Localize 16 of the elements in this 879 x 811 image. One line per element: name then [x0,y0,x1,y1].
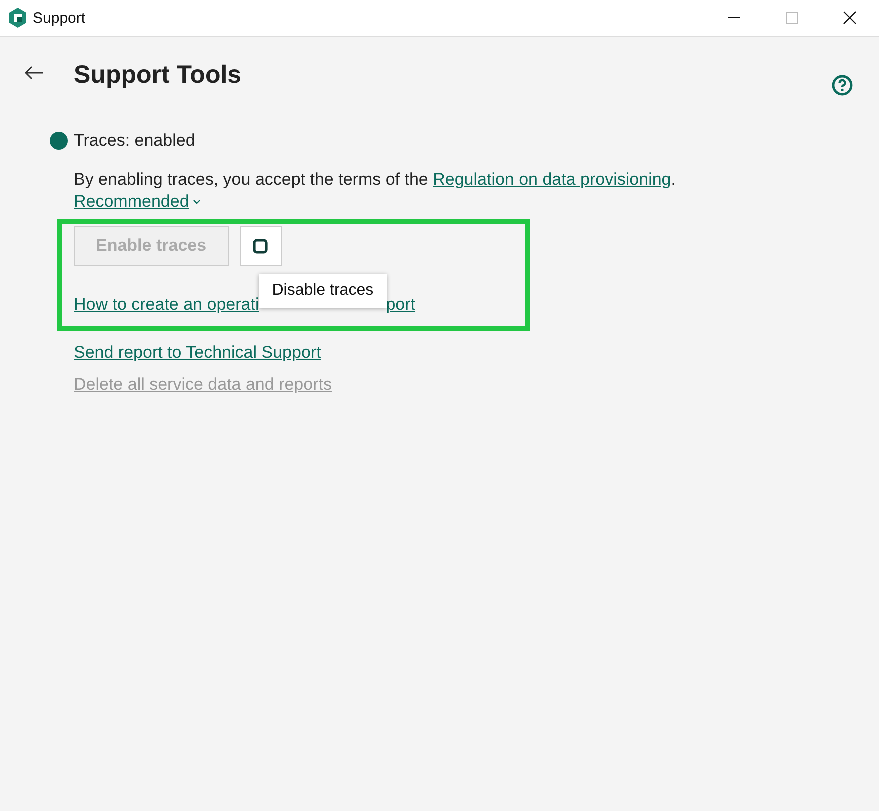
regulation-link[interactable]: Regulation on data provisioning [433,170,672,189]
caret-icon [193,200,202,204]
back-button[interactable] [24,66,44,80]
page-title: Support Tools [74,60,242,90]
close-icon [843,11,857,25]
link[interactable]: Send report to Technical Support [74,343,322,363]
maximize-icon [786,12,798,24]
app-logo-icon [9,8,27,28]
stop-button[interactable] [240,226,282,266]
window-title: Support [33,10,86,26]
terms-text: By enabling traces, you accept the terms of the Regulation on data provisioning. [74,169,677,191]
tooltip: Disable traces [259,274,387,308]
level-dropdown[interactable]: Recommended [74,191,202,213]
stop-icon [253,238,268,254]
help-icon[interactable] [832,74,853,96]
status-text: Traces: enabled [74,131,196,151]
